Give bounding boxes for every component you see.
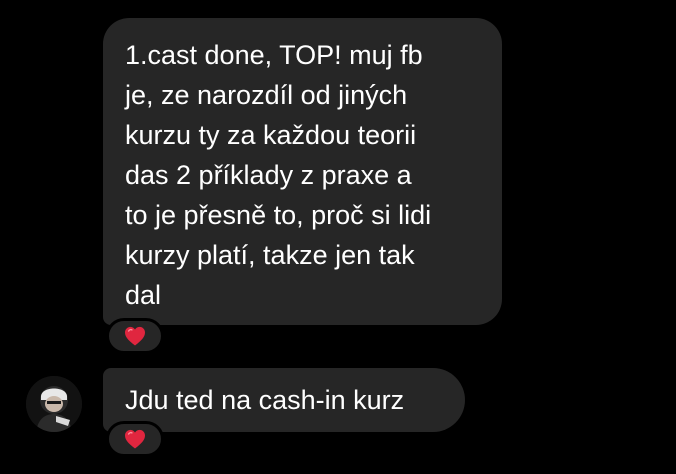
message-text-line: kurzu ty za každou teorii xyxy=(125,120,417,150)
message-bubble[interactable]: Jdu ted na cash-in kurz xyxy=(103,368,465,432)
message-text-line: 1.cast done, TOP! muj fb xyxy=(125,40,423,70)
heart-reaction[interactable] xyxy=(106,318,164,354)
avatar[interactable] xyxy=(26,376,82,432)
message-text-line: to je přesně to, proč si lidi xyxy=(125,200,432,230)
heart-icon xyxy=(124,326,146,346)
message-text-line: kurzy platí, takze jen tak xyxy=(125,240,415,270)
message-text-line: je, ze narozdíl od jiných xyxy=(125,80,408,110)
message-text-line: das 2 příklady z praxe a xyxy=(125,160,412,190)
heart-reaction[interactable] xyxy=(106,421,164,457)
heart-icon xyxy=(124,429,146,449)
message-text-line: dal xyxy=(125,280,162,310)
avatar-image xyxy=(26,376,82,432)
message-text-line: Jdu ted na cash-in kurz xyxy=(125,385,405,415)
message-bubble[interactable]: 1.cast done, TOP! muj fb je, ze narozdíl… xyxy=(103,18,502,325)
chat-thread: 1.cast done, TOP! muj fb je, ze narozdíl… xyxy=(0,0,676,474)
